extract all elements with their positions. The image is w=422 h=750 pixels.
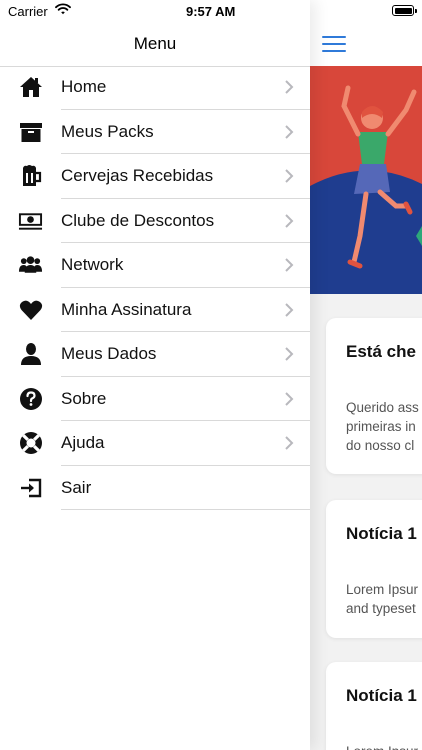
menu-item-sobre[interactable]: Sobre [0,377,310,421]
menu-item-meus-packs[interactable]: Meus Packs [0,110,310,154]
question-icon [18,387,43,411]
card-body-line: do nosso cl [346,438,415,453]
menu-item-ajuda[interactable]: Ajuda [0,421,310,466]
card-body-line: Lorem Ipsur [346,742,418,750]
chevron-right-icon [284,257,294,273]
drawer-header: Menu [0,22,310,67]
menu-item-minha-assinatura[interactable]: Minha Assinatura [0,288,310,332]
hero-banner-image [310,66,422,294]
carrier-label: Carrier [8,4,48,19]
chevron-right-icon [284,79,294,95]
home-icon [18,75,43,99]
content-panel: Está che Querido ass primeiras in do nos… [310,0,422,750]
hamburger-menu-icon[interactable] [322,36,346,52]
content-header [310,22,422,67]
side-menu-drawer: Carrier 9:57 AM Menu Home Meus Packs Cer… [0,0,310,750]
logout-icon [18,476,43,500]
menu-item-label: Network [61,255,124,274]
group-icon [18,253,43,277]
archive-box-icon [18,120,43,144]
card-title: Notícia 1 [346,686,417,705]
card-body-line: and typeset [346,601,416,616]
menu-item-label: Minha Assinatura [61,299,192,319]
menu-item-label: Home [61,77,107,96]
chevron-right-icon [284,435,294,451]
card-body-line: primeiras in [346,419,416,434]
menu-item-home[interactable]: Home [0,65,310,110]
drawer-title: Menu [133,34,177,53]
menu-item-cervejas-recebidas[interactable]: Cervejas Recebidas [0,154,310,199]
chevron-right-icon [284,302,294,318]
user-icon [18,342,43,366]
chevron-right-icon [284,346,294,362]
card-body-line: Querido ass [346,400,419,415]
menu-item-label: Clube de Descontos [61,210,215,230]
wifi-icon [55,3,71,18]
news-card[interactable]: Notícia 1 Lorem Ipsur [326,662,422,750]
status-bar-right [310,0,422,22]
news-card[interactable]: Está che Querido ass primeiras in do nos… [326,318,422,474]
menu-item-meus-dados[interactable]: Meus Dados [0,332,310,377]
menu-list: Home Meus Packs Cervejas Recebidas Clube… [0,65,310,510]
menu-item-label: Cervejas Recebidas [61,166,214,185]
divider [61,509,310,510]
menu-item-label: Sair [61,477,92,497]
menu-item-clube-de-descontos[interactable]: Clube de Descontos [0,199,310,243]
beer-mug-icon [18,164,43,188]
chevron-right-icon [284,213,294,229]
money-icon [18,209,43,233]
chevron-right-icon [284,168,294,184]
card-title: Notícia 1 [346,524,417,543]
chevron-right-icon [284,391,294,407]
menu-item-sair[interactable]: Sair [0,466,310,510]
menu-item-label: Sobre [61,388,107,408]
status-time: 9:57 AM [186,4,236,19]
chevron-right-icon [284,124,294,140]
lifebuoy-icon [18,431,43,455]
status-bar: Carrier 9:57 AM [0,0,310,22]
heart-icon [18,298,43,322]
card-title: Está che [346,342,416,361]
menu-item-label: Ajuda [61,433,105,452]
battery-icon [392,5,417,16]
menu-item-network[interactable]: Network [0,243,310,288]
menu-item-label: Meus Packs [61,121,154,141]
card-body-line: Lorem Ipsur [346,582,419,597]
news-card[interactable]: Notícia 1 Lorem Ipsur and typeset [326,500,422,638]
menu-item-label: Meus Dados [61,344,157,363]
